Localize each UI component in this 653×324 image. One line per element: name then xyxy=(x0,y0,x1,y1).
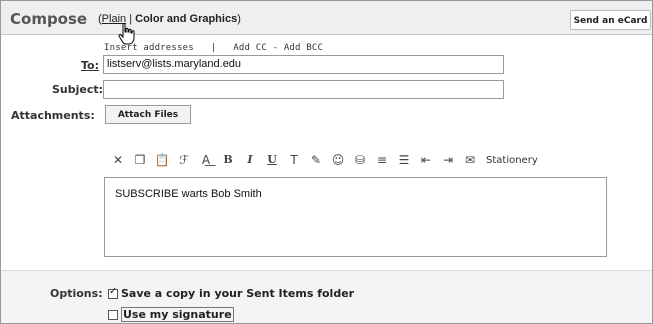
increase-indent-icon[interactable]: ⇥ xyxy=(440,152,456,168)
save-copy-option[interactable]: Save a copy in your Sent Items folder xyxy=(108,286,355,300)
bulleted-list-icon[interactable]: ☰ xyxy=(396,152,412,168)
emoticon-icon[interactable]: ☺ xyxy=(330,152,346,168)
add-cc-bcc-link[interactable]: Add CC - Add BCC xyxy=(233,43,323,53)
font-face-icon[interactable]: ℱ xyxy=(176,152,192,168)
send-ecard-button[interactable]: Send an eCard xyxy=(570,10,651,30)
compose-window: Compose (Plain | Color and Graphics) Sen… xyxy=(0,0,653,324)
format-toolbar: ✕ ❐ 📋 ℱ A͟ B I U T ✎ ☺ ⛁ ≡ ☰ ⇤ ⇥ ✉ Stati… xyxy=(110,151,538,169)
italic-icon[interactable]: I xyxy=(242,152,258,168)
font-size-icon[interactable]: A͟ xyxy=(198,152,214,168)
align-icon[interactable]: ≡ xyxy=(374,152,390,168)
subject-field[interactable] xyxy=(103,80,504,99)
use-signature-checkbox[interactable] xyxy=(108,309,118,320)
text-color-icon[interactable]: T xyxy=(286,152,302,168)
decrease-indent-icon[interactable]: ⇤ xyxy=(418,152,434,168)
attach-files-button[interactable]: Attach Files xyxy=(105,105,191,124)
subject-label: Subject: xyxy=(52,83,104,96)
use-signature-option[interactable]: Use my signature xyxy=(108,307,234,322)
page-title: Compose xyxy=(10,10,88,28)
message-body-editor[interactable]: SUBSCRIBE warts Bob Smith xyxy=(104,177,607,257)
message-body-text: SUBSCRIBE warts Bob Smith xyxy=(115,188,262,200)
insert-image-icon[interactable]: ⛁ xyxy=(352,152,368,168)
cut-icon[interactable]: ✕ xyxy=(110,152,126,168)
underline-icon[interactable]: U xyxy=(264,152,280,168)
address-links-separator: | xyxy=(210,43,217,53)
options-label: Options: xyxy=(50,287,103,300)
attachments-label: Attachments: xyxy=(11,109,95,122)
address-links: Insert addresses | Add CC - Add BCC xyxy=(104,43,323,53)
stationery-link[interactable]: Stationery xyxy=(486,155,538,166)
copy-icon[interactable]: ❐ xyxy=(132,152,148,168)
stationery-icon[interactable]: ✉ xyxy=(462,152,478,168)
hand-pointer-cursor-icon xyxy=(118,23,135,45)
save-copy-checkbox[interactable] xyxy=(108,286,118,299)
save-copy-label: Save a copy in your Sent Items folder xyxy=(121,287,355,300)
paste-icon[interactable]: 📋 xyxy=(154,152,170,168)
use-signature-label: Use my signature xyxy=(121,307,234,322)
compose-header: Compose (Plain | Color and Graphics) Sen… xyxy=(1,1,652,35)
highlight-icon[interactable]: ✎ xyxy=(308,152,324,168)
bold-icon[interactable]: B xyxy=(220,152,236,168)
to-field[interactable]: listserv@lists.maryland.edu xyxy=(103,55,504,74)
color-graphics-mode-link[interactable]: Color and Graphics xyxy=(135,13,237,25)
insert-addresses-link[interactable]: Insert addresses xyxy=(104,43,194,53)
mode-close-paren: ) xyxy=(237,13,241,25)
to-label-link[interactable]: To: xyxy=(81,59,99,72)
